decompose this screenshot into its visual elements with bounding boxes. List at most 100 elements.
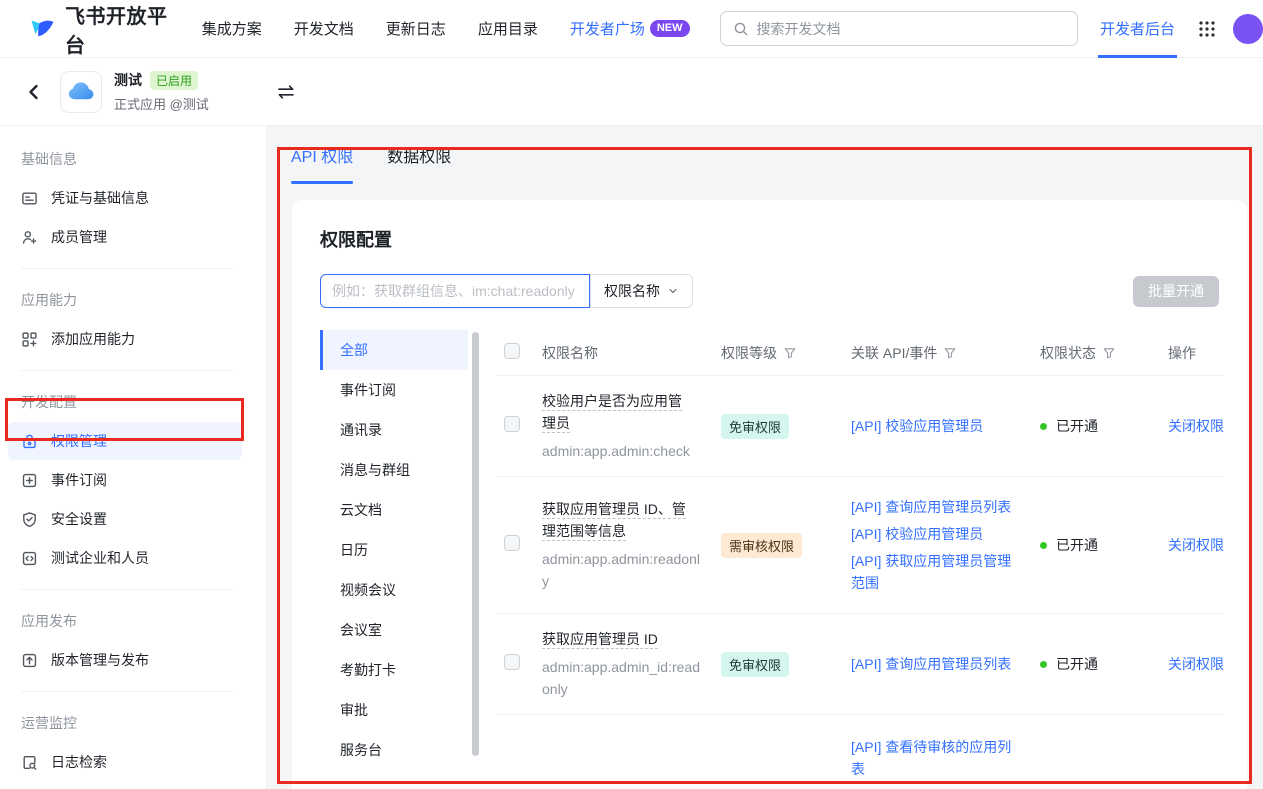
app-header: 测试 已启用 正式应用 @测试 <box>0 58 1263 126</box>
permission-name[interactable]: 校验用户是否为应用管理员 <box>542 390 694 434</box>
brand[interactable]: 飞书开放平台 <box>28 0 176 58</box>
nav-item[interactable]: 开发文档 <box>294 18 354 39</box>
filter-icon[interactable] <box>783 346 797 360</box>
tab-data-permission[interactable]: 数据权限 <box>387 126 451 184</box>
row-checkbox[interactable] <box>504 535 520 551</box>
nav-item-label: 更新日志 <box>386 18 446 39</box>
column-header-label: 关联 API/事件 <box>851 343 937 363</box>
category-item[interactable]: 会议室 <box>320 610 468 650</box>
version-publish-icon <box>21 652 38 669</box>
sidebar-item-label: 日志检索 <box>51 752 107 772</box>
sidebar-item-test-code[interactable]: 测试企业和人员 <box>8 539 242 577</box>
table-row: 获取应用管理员 ID、管理范围等信息admin:app.admin:readon… <box>496 477 1224 614</box>
status-dot <box>1040 542 1047 549</box>
category-list: 全部事件订阅通讯录消息与群组云文档日历视频会议会议室考勤打卡审批服务台 <box>320 330 468 789</box>
category-item[interactable]: 日历 <box>320 530 468 570</box>
api-link[interactable]: [API] 获取应用管理员管理范围 <box>851 550 1015 594</box>
chevron-down-icon <box>667 285 679 297</box>
page-title: 权限配置 <box>320 226 1219 252</box>
category-item[interactable]: 审批 <box>320 690 468 730</box>
developer-console-link[interactable]: 开发者后台 <box>1100 0 1175 58</box>
status-dot <box>1040 423 1047 430</box>
column-header: 权限等级 <box>712 343 842 363</box>
filter-type-select[interactable]: 权限名称 <box>590 274 693 308</box>
sidebar-item-security-shield[interactable]: 安全设置 <box>8 500 242 538</box>
search-icon <box>733 21 749 37</box>
doc-search-input[interactable] <box>757 21 1065 37</box>
sidebar-item-permission-lock[interactable]: 权限管理 <box>8 422 242 460</box>
close-permission-link[interactable]: 关闭权限 <box>1168 656 1224 672</box>
sidebar-item-log-search[interactable]: 日志检索 <box>8 743 242 781</box>
row-checkbox[interactable] <box>504 416 520 432</box>
api-link[interactable]: [API] 查询应用管理员列表 <box>851 496 1015 518</box>
sidebar-item-capability-add[interactable]: 添加应用能力 <box>8 320 242 358</box>
api-link[interactable]: [API] 查看待审核的应用列表 <box>851 736 1015 780</box>
status-text: 已开通 <box>1056 535 1098 555</box>
api-link[interactable]: [API] 校验应用管理员 <box>851 523 1015 545</box>
sidebar-item-credential[interactable]: 凭证与基础信息 <box>8 179 242 217</box>
credential-icon <box>21 190 38 207</box>
category-item[interactable]: 通讯录 <box>320 410 468 450</box>
sidebar-item-label: 添加应用能力 <box>51 329 135 349</box>
permission-search-input[interactable] <box>320 274 590 308</box>
permission-level-tag: 需审核权限 <box>721 533 802 558</box>
sidebar-item-label: 成员管理 <box>51 227 107 247</box>
sidebar-section-title: 应用发布 <box>0 602 266 640</box>
nav-item[interactable]: 更新日志 <box>386 18 446 39</box>
permission-config-card: 权限配置 权限名称 批量开通 全部事件订阅通讯录消息与群组云文档日历视频会议会议… <box>292 200 1247 789</box>
nav-item[interactable]: 集成方案 <box>202 18 262 39</box>
sidebar-item-label: 权限管理 <box>51 431 107 451</box>
category-item[interactable]: 考勤打卡 <box>320 650 468 690</box>
sidebar-item-quality-chart[interactable]: 应用质量看板 <box>8 782 242 789</box>
category-item[interactable]: 视频会议 <box>320 570 468 610</box>
category-item[interactable]: 消息与群组 <box>320 450 468 490</box>
nav-item-label: 应用目录 <box>478 18 538 39</box>
permission-table: 权限名称权限等级关联 API/事件权限状态操作 校验用户是否为应用管理员admi… <box>496 330 1224 789</box>
doc-search-box[interactable] <box>720 11 1078 46</box>
member-add-icon <box>21 229 38 246</box>
column-header-label: 权限名称 <box>542 343 598 363</box>
category-item[interactable]: 服务台 <box>320 730 468 770</box>
nav-item[interactable]: 应用目录 <box>478 18 538 39</box>
row-checkbox[interactable] <box>504 654 520 670</box>
api-link[interactable]: [API] 查询应用管理员列表 <box>851 653 1015 675</box>
back-icon[interactable] <box>24 82 44 102</box>
app-info: 测试 已启用 正式应用 @测试 <box>114 70 209 113</box>
apps-grid-icon[interactable] <box>1197 19 1217 39</box>
sidebar-divider <box>21 268 234 269</box>
sidebar-section-title: 运营监控 <box>0 704 266 742</box>
tab-api-permission[interactable]: API 权限 <box>291 126 353 184</box>
sidebar-item-event-subscribe[interactable]: 事件订阅 <box>8 461 242 499</box>
category-item[interactable]: 事件订阅 <box>320 370 468 410</box>
sidebar-item-label: 事件订阅 <box>51 470 107 490</box>
sidebar-item-member-add[interactable]: 成员管理 <box>8 218 242 256</box>
main-content: API 权限 数据权限 权限配置 权限名称 批量开通 全部事件订阅通讯录消息与群… <box>267 126 1263 789</box>
user-avatar[interactable] <box>1233 14 1263 44</box>
category-item[interactable]: 云文档 <box>320 490 468 530</box>
filter-icon[interactable] <box>1102 346 1116 360</box>
brand-title: 飞书开放平台 <box>65 0 176 58</box>
filter-type-label: 权限名称 <box>604 281 660 301</box>
close-permission-link[interactable]: 关闭权限 <box>1168 418 1224 434</box>
close-permission-link[interactable]: 关闭权限 <box>1168 537 1224 553</box>
permission-level-tag: 免审权限 <box>721 414 789 439</box>
api-link[interactable]: [API] 校验应用管理员 <box>851 415 1015 437</box>
new-badge: NEW <box>650 20 690 37</box>
filter-icon[interactable] <box>943 346 957 360</box>
permission-tabs: API 权限 数据权限 <box>267 126 1263 184</box>
table-row: [API] 查看待审核的应用列表 <box>496 715 1224 789</box>
permission-name[interactable]: 获取应用管理员 ID、管理范围等信息 <box>542 498 694 542</box>
category-scrollbar[interactable] <box>472 332 479 756</box>
event-subscribe-icon <box>21 472 38 489</box>
permission-scope: admin:app.admin_id:readonly <box>542 656 702 700</box>
permission-name[interactable]: 获取应用管理员 ID <box>542 628 694 650</box>
switch-app-icon[interactable] <box>275 81 297 103</box>
toolbar: 权限名称 批量开通 <box>320 274 1219 308</box>
sidebar-item-version-publish[interactable]: 版本管理与发布 <box>8 641 242 679</box>
log-search-icon <box>21 754 38 771</box>
category-item[interactable]: 全部 <box>320 330 468 370</box>
sidebar: 基础信息凭证与基础信息成员管理应用能力添加应用能力开发配置权限管理事件订阅安全设… <box>0 126 267 789</box>
batch-open-button[interactable]: 批量开通 <box>1133 276 1219 307</box>
select-all-checkbox[interactable] <box>504 343 520 359</box>
nav-item[interactable]: 开发者广场NEW <box>570 18 690 39</box>
